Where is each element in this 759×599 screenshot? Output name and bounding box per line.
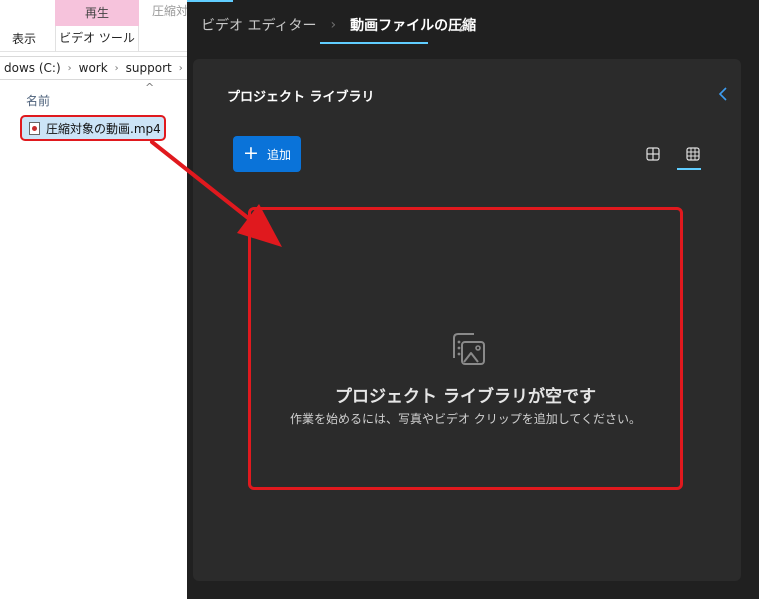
explorer-ribbon: 再生 圧縮対 表示 ビデオ ツール — [0, 0, 187, 52]
chevron-right-icon: › — [114, 62, 119, 74]
breadcrumb-video-editor[interactable]: ビデオ エディター — [201, 15, 316, 35]
empty-library-description: 作業を始めるには、写真やビデオ クリップを追加してください。 — [289, 412, 642, 426]
add-button-label: 追加 — [266, 147, 291, 162]
video-editor-window: ビデオ エディター › 動画ファイルの圧縮 プロジェクト ライブラリ + 追加 — [187, 0, 759, 599]
empty-library-title: プロジェクト ライブラリが空です — [335, 387, 596, 407]
file-explorer-window: 再生 圧縮対 表示 ビデオ ツール dows (C:) › work › sup… — [0, 0, 187, 599]
video-file-icon — [29, 121, 40, 135]
large-grid-icon[interactable] — [645, 146, 661, 162]
title-accent — [187, 0, 233, 2]
project-library-panel: プロジェクト ライブラリ + 追加 プロジェクト ライブラリが空です 作業を始め… — [193, 59, 741, 581]
view-selected-indicator — [677, 168, 701, 170]
context-tab-compressed[interactable]: 圧縮対 — [152, 2, 187, 19]
address-crumb-drive[interactable]: dows (C:) — [0, 61, 65, 75]
small-grid-icon[interactable] — [685, 146, 701, 162]
address-bar[interactable]: dows (C:) › work › support › — [0, 56, 187, 80]
sort-ascending-icon: ^ — [145, 81, 155, 94]
address-crumb-work[interactable]: work — [75, 61, 112, 75]
file-item-video[interactable]: 圧縮対象の動画.mp4 — [20, 115, 166, 141]
chevron-left-icon[interactable] — [717, 85, 729, 103]
breadcrumb: ビデオ エディター › 動画ファイルの圧縮 — [201, 14, 476, 36]
context-tab-play[interactable]: 再生 — [55, 0, 139, 26]
plus-icon: + — [243, 141, 259, 164]
chevron-right-icon: › — [67, 62, 72, 74]
address-crumb-support[interactable]: support — [122, 61, 176, 75]
file-name: 圧縮対象の動画.mp4 — [46, 121, 161, 136]
chevron-right-icon: › — [178, 62, 183, 74]
breadcrumb-underline — [320, 42, 428, 44]
add-button[interactable]: + 追加 — [233, 136, 301, 172]
pencil-icon[interactable] — [457, 16, 475, 34]
library-title: プロジェクト ライブラリ — [227, 90, 375, 105]
chevron-right-icon: › — [330, 17, 337, 33]
column-header-name[interactable]: 名前 — [26, 92, 50, 109]
media-library-icon — [453, 333, 485, 365]
empty-library-drop-area[interactable]: プロジェクト ライブラリが空です 作業を始めるには、写真やビデオ クリップを追加… — [248, 207, 683, 490]
tab-view[interactable]: 表示 — [12, 30, 36, 47]
tab-video-tools[interactable]: ビデオ ツール — [55, 26, 139, 52]
